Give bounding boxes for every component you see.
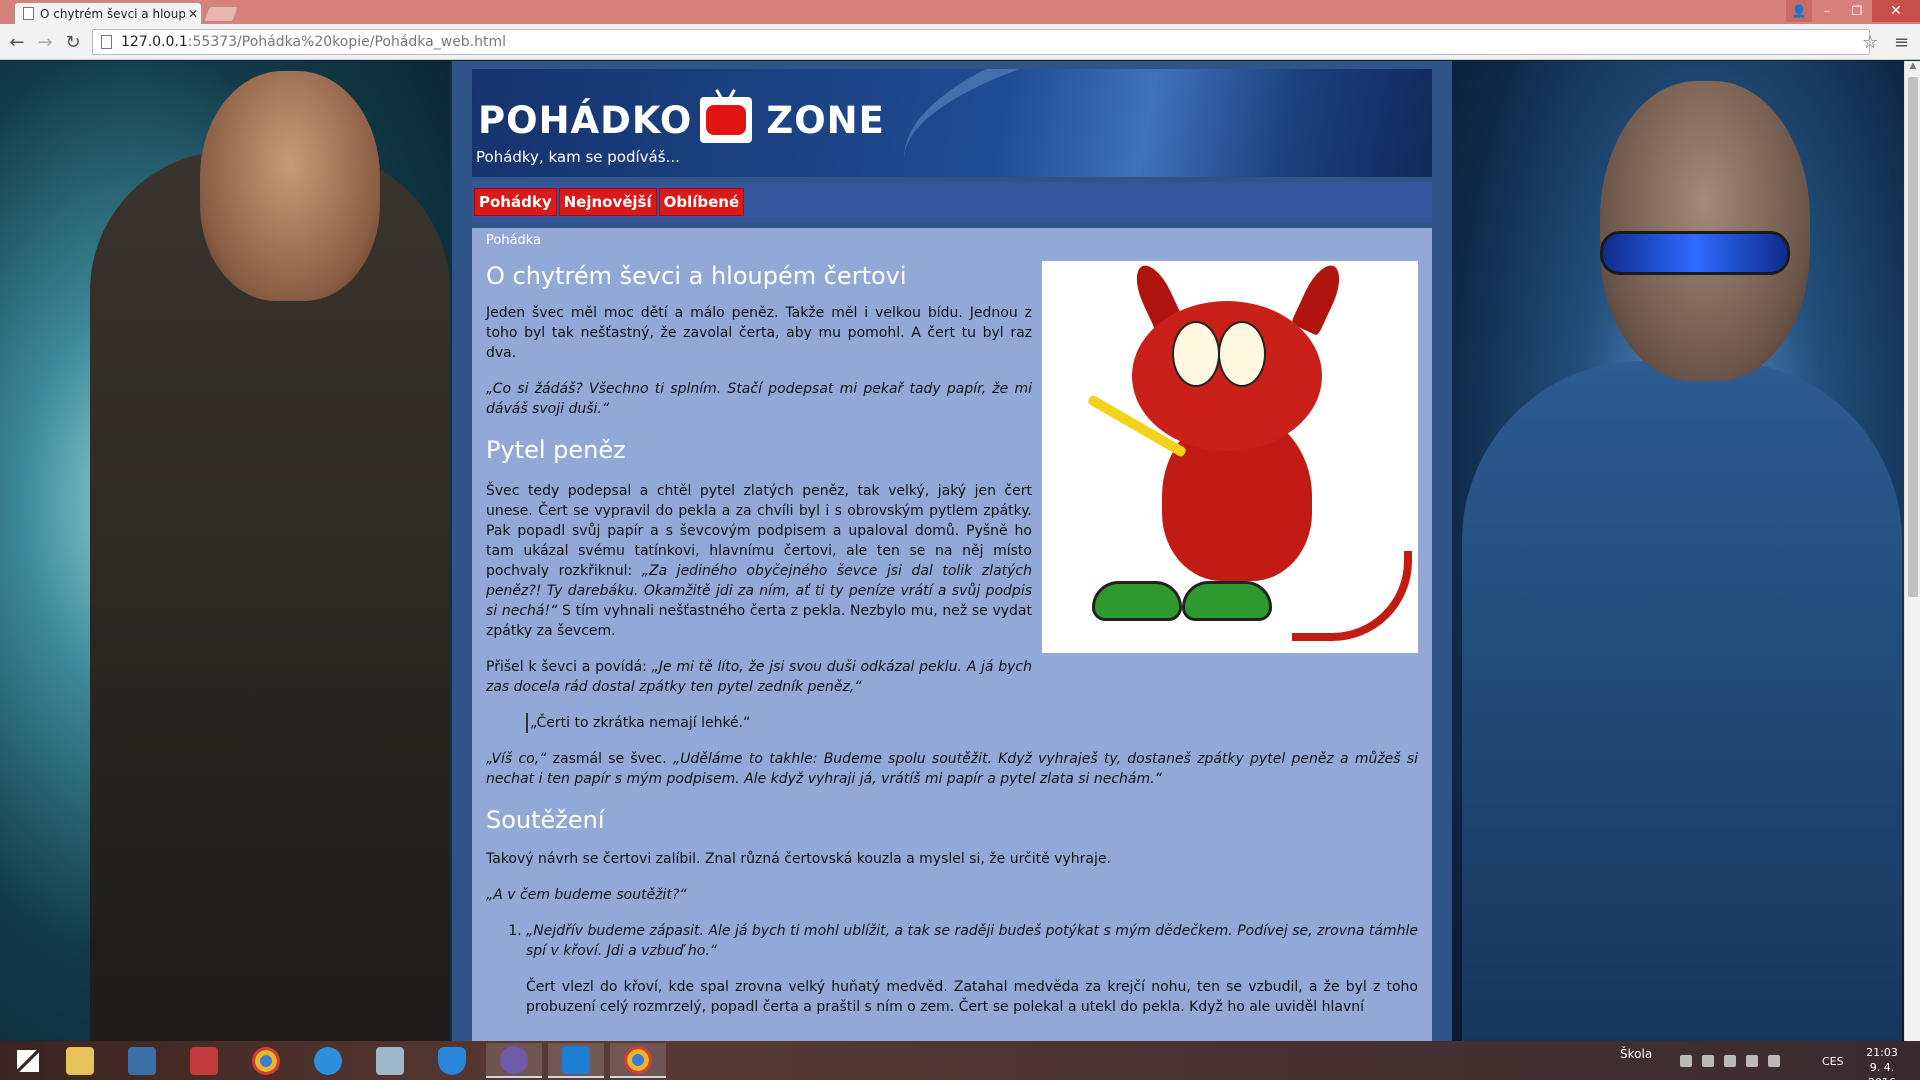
paragraph-4a: Přišel k ševci a povídá: — [486, 659, 652, 675]
clock-time: 21:03 — [1866, 1046, 1898, 1059]
app-icon — [500, 1045, 528, 1074]
list-item: „Nejdřív budeme zápasit. Ale já bych ti … — [526, 921, 1418, 961]
user-icon[interactable]: 👤 — [1786, 0, 1812, 22]
app-icon — [562, 1045, 590, 1074]
tray-icon[interactable] — [1746, 1055, 1758, 1067]
paragraph-4: Přišel k ševci a povídá: „Je mi tě líto,… — [486, 657, 1418, 697]
paragraph-5: „Víš co,“ zasmál se švec. „Uděláme to ta… — [486, 749, 1418, 789]
article-content: Pohádka O chytrém ševci a hloupém čertov… — [472, 228, 1432, 1041]
nav-item-pohadky[interactable]: Pohádky — [474, 188, 557, 216]
taskbar-app[interactable] — [176, 1043, 232, 1078]
site-header: POHÁDKO ZONE Pohádky, kam se podíváš... — [472, 69, 1432, 177]
blockquote: „Čerti to zkrátka nemají lehké.“ — [526, 713, 1418, 733]
paragraph-2-text: „Co si žádáš? Všechno ti splním. Stačí p… — [486, 381, 1032, 417]
windows-icon — [17, 1049, 39, 1072]
scrollbar-thumb[interactable] — [1908, 77, 1918, 597]
site-nav: Pohádky Nejnovější Oblíbené — [472, 182, 1432, 222]
window-titlebar: O chytrém ševci a hloupe ✕ 👤 – ❐ ✕ — [0, 0, 1920, 24]
folder-icon — [66, 1046, 94, 1075]
browser-tab[interactable]: O chytrém ševci a hloupe ✕ — [14, 2, 202, 24]
paragraph-5b: zasmál se švec. — [546, 751, 673, 767]
tv-icon — [700, 89, 753, 143]
taskbar-app[interactable] — [300, 1043, 356, 1078]
taskbar-app[interactable] — [238, 1043, 294, 1078]
site-tagline: Pohádky, kam se podíváš... — [476, 148, 680, 166]
minimize-icon[interactable]: – — [1812, 0, 1842, 22]
toolbar-label[interactable]: Škola — [1620, 1047, 1652, 1061]
paragraph-6: Takový návrh se čertovi zalíbil. Znal rů… — [486, 851, 1111, 867]
taskbar-app[interactable] — [424, 1043, 480, 1078]
logo-text-right: ZONE — [766, 98, 885, 142]
tray-icons — [1680, 1055, 1810, 1067]
app-icon — [376, 1046, 404, 1075]
paragraph-7: „A v čem budeme soutěžit?“ — [486, 885, 1418, 905]
menu-icon[interactable]: ≡ — [1894, 32, 1909, 53]
page-icon — [101, 35, 112, 49]
clock[interactable]: 21:03 9. 4. 2016 — [1860, 1045, 1904, 1080]
background-figure-right — [1462, 361, 1902, 1041]
devil-illustration — [1042, 259, 1418, 653]
new-tab-button[interactable] — [203, 6, 239, 22]
window-controls: 👤 – ❐ ✕ — [1786, 0, 1920, 24]
chrome-icon — [624, 1045, 652, 1074]
goggles-image — [1600, 231, 1790, 275]
heading-soutezeni: Soutěžení — [486, 806, 605, 834]
window-close-icon[interactable]: ✕ — [1872, 0, 1920, 22]
tray-icon[interactable] — [1768, 1055, 1780, 1067]
taskbar-app[interactable] — [362, 1043, 418, 1078]
taskbar-app[interactable] — [610, 1043, 666, 1078]
paragraph-7-text: „A v čem budeme soutěžit?“ — [486, 887, 687, 903]
page-scrollbar[interactable]: ▲ — [1904, 61, 1920, 1041]
taskbar-app[interactable] — [486, 1043, 542, 1078]
clock-date: 9. 4. 2016 — [1868, 1061, 1896, 1080]
page-icon — [23, 7, 34, 20]
start-button[interactable] — [0, 1043, 56, 1078]
close-icon[interactable]: ✕ — [185, 7, 201, 21]
scroll-up-icon[interactable]: ▲ — [1905, 61, 1920, 77]
site-logo[interactable]: POHÁDKO ZONE — [478, 89, 885, 143]
browser-toolbar: ← → ↻ 127.0.0.1:55373/Pohádka%20kopie/Po… — [0, 24, 1920, 60]
paragraph-3c: S tím vyhnali nešťastného čerta z pekla.… — [486, 603, 1032, 639]
page-viewport: POHÁDKO ZONE Pohádky, kam se podíváš... … — [0, 61, 1920, 1041]
taskbar-app[interactable] — [52, 1043, 108, 1078]
forward-icon[interactable]: → — [34, 31, 56, 53]
tray-icon[interactable] — [1724, 1055, 1736, 1067]
language-indicator[interactable]: CES — [1822, 1055, 1844, 1068]
nav-item-nejnovejsi[interactable]: Nejnovější — [558, 188, 657, 216]
bookmark-star-icon[interactable]: ☆ — [1862, 32, 1878, 53]
shield-icon — [438, 1046, 466, 1075]
dragon-icon — [190, 1046, 218, 1075]
tray-icon[interactable] — [1680, 1055, 1692, 1067]
list-item-1-text: „Nejdřív budeme zápasit. Ale já bych ti … — [526, 923, 1418, 959]
back-icon[interactable]: ← — [6, 31, 28, 53]
ordered-list: „Nejdřív budeme zápasit. Ale já bych ti … — [526, 921, 1418, 961]
site-container: POHÁDKO ZONE Pohádky, kam se podíváš... … — [452, 61, 1452, 1041]
chrome-icon — [252, 1046, 280, 1075]
url-host: 127.0.0.1 — [121, 34, 188, 50]
list-item-1-continuation: Čert vlezl do křoví, kde spal zrovna vel… — [526, 979, 1418, 1015]
restore-icon[interactable]: ❐ — [1842, 0, 1872, 22]
reload-icon[interactable]: ↻ — [62, 31, 84, 53]
address-bar[interactable]: 127.0.0.1:55373/Pohádka%20kopie/Pohádka_… — [92, 29, 1870, 55]
app-icon — [128, 1046, 156, 1075]
nav-item-oblibene[interactable]: Oblíbené — [658, 188, 745, 216]
paragraph-5a: „Víš co,“ — [486, 751, 547, 767]
internet-explorer-icon — [314, 1046, 342, 1075]
header-swoosh — [889, 69, 1432, 177]
taskbar-app[interactable] — [114, 1043, 170, 1078]
taskbar: Škola CES 21:03 9. 4. 2016 — [0, 1041, 1920, 1080]
taskbar-app[interactable] — [548, 1043, 604, 1078]
breadcrumb: Pohádka — [486, 233, 542, 248]
tab-title: O chytrém ševci a hloupe — [40, 6, 185, 21]
tray-icon[interactable] — [1702, 1055, 1714, 1067]
url-path: :55373/Pohádka%20kopie/Pohádka_web.html — [187, 34, 507, 50]
background-figure-left-head — [200, 71, 380, 301]
logo-text-left: POHÁDKO — [478, 98, 693, 142]
